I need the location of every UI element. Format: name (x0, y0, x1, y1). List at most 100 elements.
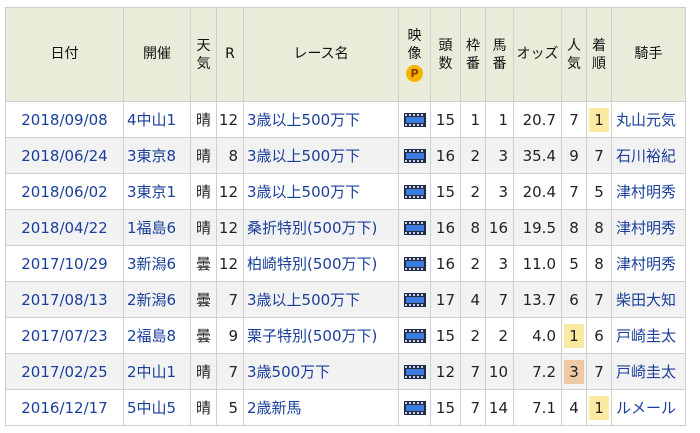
venue-link[interactable]: 2福島8 (127, 327, 176, 345)
venue-link[interactable]: 3東京1 (127, 183, 176, 201)
cell-frame-number: 2 (460, 137, 486, 174)
cell-race-number: 9 (216, 317, 244, 354)
cell-race-number: 7 (216, 353, 244, 390)
date-link[interactable]: 2018/09/08 (21, 111, 107, 129)
cell-favorite: 3 (561, 353, 587, 390)
cell-horse-number: 3 (485, 137, 514, 174)
video-icon[interactable] (403, 147, 426, 165)
cell-jockey: 石川裕紀 (611, 137, 686, 174)
header-finish-2: 順 (592, 55, 606, 72)
video-icon[interactable] (403, 399, 426, 417)
cell-venue: 3東京1 (123, 173, 191, 210)
finish-value: 8 (594, 254, 604, 273)
venue-link[interactable]: 2中山1 (127, 363, 176, 381)
cell-jockey: ルメール (611, 389, 686, 426)
table-row: 2017/10/29 3新潟6 曇 12 柏崎特別(500万下) 16 2 3 11.0 5 8 津村… (5, 245, 686, 282)
date-link[interactable]: 2017/02/25 (21, 363, 107, 381)
jockey-link[interactable]: 丸山元気 (616, 111, 676, 129)
video-icon[interactable] (403, 111, 426, 129)
table-row: 2018/04/22 1福島6 晴 12 桑折特別(500万下) 16 8 16 19.5 8 8 津… (5, 209, 686, 246)
video-icon[interactable] (403, 291, 426, 309)
date-link[interactable]: 2017/10/29 (21, 255, 107, 273)
table-row: 2018/06/02 3東京1 晴 12 3歳以上500万下 15 2 3 20.4 7 5 津村明秀 (5, 173, 686, 210)
cell-date: 2017/07/23 (5, 317, 124, 354)
cell-race-number: 5 (216, 389, 244, 426)
table-row: 2016/12/17 5中山5 晴 5 2歳新馬 15 7 14 7.1 4 1 ルメール (5, 389, 686, 426)
race-name-link[interactable]: 3歳以上500万下 (247, 291, 360, 309)
cell-odds: 7.2 (513, 353, 562, 390)
table-row: 2018/09/08 4中山1 晴 12 3歳以上500万下 15 1 1 20.7 7 1 丸山元気 (5, 101, 686, 138)
race-name-link[interactable]: 3歳以上500万下 (247, 147, 360, 165)
jockey-link[interactable]: 津村明秀 (616, 219, 676, 237)
jockey-link[interactable]: 石川裕紀 (616, 147, 676, 165)
cell-horse-number: 16 (485, 209, 514, 246)
jockey-link[interactable]: 津村明秀 (616, 183, 676, 201)
video-icon[interactable] (403, 219, 426, 237)
header-jockey: 騎手 (611, 7, 686, 102)
venue-link[interactable]: 5中山5 (127, 399, 176, 417)
cell-date: 2017/02/25 (5, 353, 124, 390)
cell-date: 2018/04/22 (5, 209, 124, 246)
date-link[interactable]: 2017/08/13 (21, 291, 107, 309)
cell-video (398, 245, 431, 282)
cell-race-number: 12 (216, 245, 244, 282)
date-link[interactable]: 2018/06/02 (21, 183, 107, 201)
cell-frame-number: 2 (460, 245, 486, 282)
race-name-link[interactable]: 桑折特別(500万下) (247, 219, 377, 237)
jockey-link[interactable]: 津村明秀 (616, 255, 676, 273)
race-name-link[interactable]: 3歳以上500万下 (247, 183, 360, 201)
cell-finish: 1 (586, 101, 612, 138)
date-link[interactable]: 2018/04/22 (21, 219, 107, 237)
race-name-link[interactable]: 3歳以上500万下 (247, 111, 360, 129)
cell-weather: 晴 (190, 389, 217, 426)
race-name-link[interactable]: 3歳500万下 (247, 363, 330, 381)
jockey-link[interactable]: 戸崎圭太 (616, 363, 676, 381)
cell-date: 2016/12/17 (5, 389, 124, 426)
header-video-1: 映 (407, 28, 422, 44)
race-name-link[interactable]: 栗子特別(500万下) (247, 327, 377, 345)
date-link[interactable]: 2017/07/23 (21, 327, 107, 345)
jockey-link[interactable]: ルメール (616, 399, 676, 417)
header-video: 映像P (398, 7, 431, 102)
venue-link[interactable]: 1福島6 (127, 219, 176, 237)
video-icon[interactable] (403, 327, 426, 345)
cell-weather: 晴 (190, 101, 217, 138)
cell-odds: 13.7 (513, 281, 562, 318)
cell-weather: 晴 (190, 137, 217, 174)
cell-frame-number: 7 (460, 353, 486, 390)
venue-link[interactable]: 3東京8 (127, 147, 176, 165)
cell-venue: 2新潟6 (123, 281, 191, 318)
venue-link[interactable]: 2新潟6 (127, 291, 176, 309)
jockey-link[interactable]: 戸崎圭太 (616, 327, 676, 345)
date-link[interactable]: 2018/06/24 (21, 147, 107, 165)
premium-p-icon: P (406, 65, 423, 82)
venue-link[interactable]: 4中山1 (127, 111, 176, 129)
jockey-link[interactable]: 柴田大知 (616, 291, 676, 309)
header-favorite-2: 気 (567, 55, 581, 72)
table-header-row: 日付 開催 天気 R レース名 映像P 頭数 枠番 馬番 オッズ 人気 着順 騎… (5, 7, 686, 102)
cell-video (398, 209, 431, 246)
cell-frame-number: 2 (460, 173, 486, 210)
video-icon[interactable] (403, 183, 426, 201)
cell-race-number: 12 (216, 209, 244, 246)
video-icon[interactable] (403, 363, 426, 381)
cell-jockey: 丸山元気 (611, 101, 686, 138)
cell-odds: 35.4 (513, 137, 562, 174)
race-name-link[interactable]: 2歳新馬 (247, 399, 302, 417)
race-name-link[interactable]: 柏崎特別(500万下) (247, 255, 377, 273)
cell-field-size: 15 (430, 389, 461, 426)
cell-weather: 晴 (190, 209, 217, 246)
header-field-size-2: 数 (438, 55, 453, 72)
cell-weather: 曇 (190, 245, 217, 282)
header-favorite-1: 人 (567, 37, 581, 54)
venue-link[interactable]: 3新潟6 (127, 255, 176, 273)
cell-date: 2017/08/13 (5, 281, 124, 318)
cell-odds: 19.5 (513, 209, 562, 246)
date-link[interactable]: 2016/12/17 (21, 399, 107, 417)
cell-horse-number: 3 (485, 245, 514, 282)
cell-favorite: 7 (561, 101, 587, 138)
video-icon[interactable] (403, 255, 426, 273)
favorite-value: 5 (569, 254, 579, 273)
cell-odds: 11.0 (513, 245, 562, 282)
cell-date: 2018/09/08 (5, 101, 124, 138)
